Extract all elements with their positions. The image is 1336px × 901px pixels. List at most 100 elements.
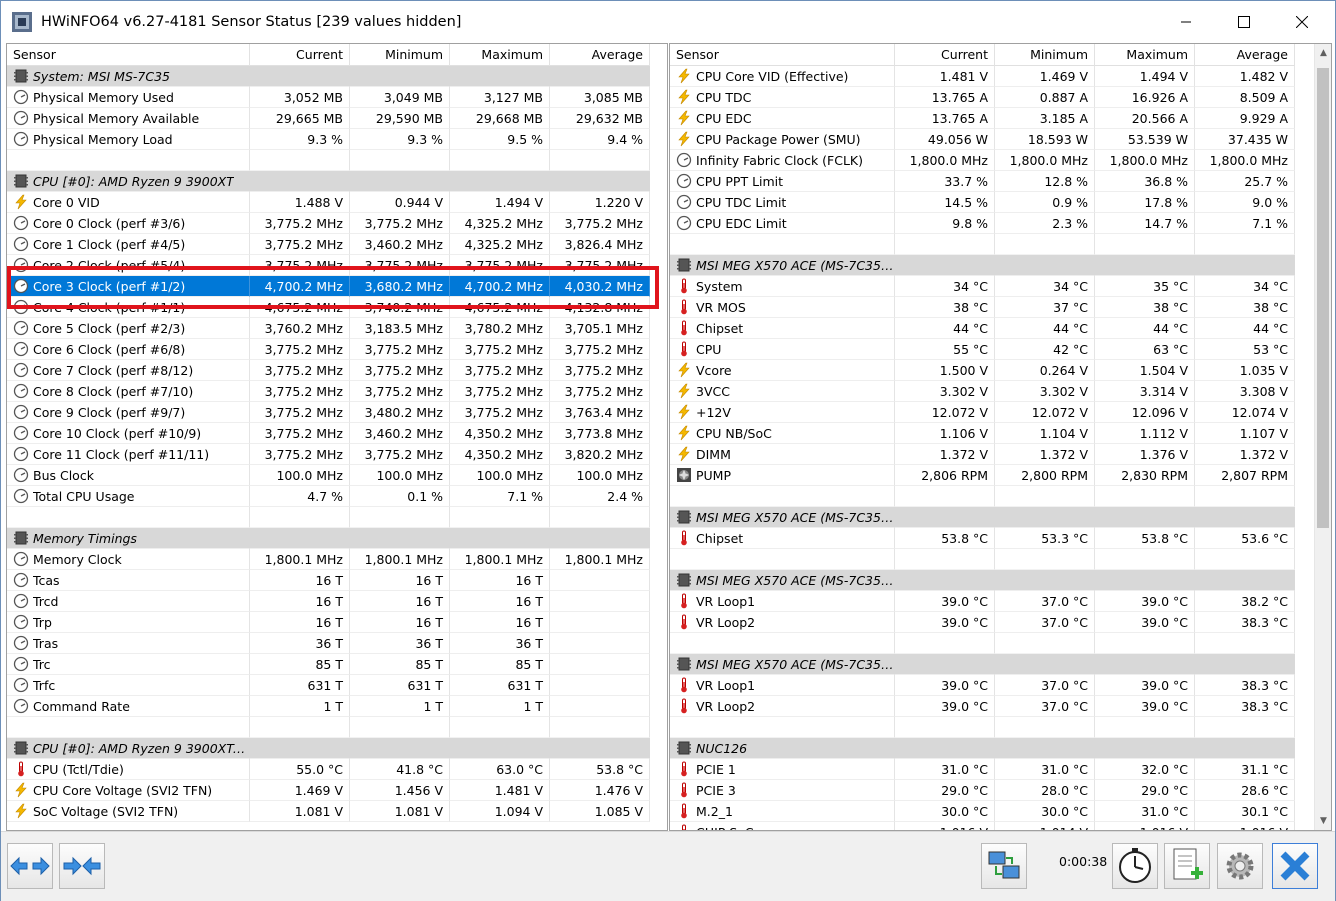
sensor-row[interactable]: Total CPU Usage 4.7 % 0.1 % 7.1 % 2.4 %	[7, 486, 650, 507]
sensor-row[interactable]: CPU NB/SoC 1.106 V 1.104 V 1.112 V 1.107 V	[670, 423, 1295, 444]
sensor-row[interactable]: Chipset 44 °C 44 °C 44 °C 44 °C	[670, 318, 1295, 339]
sensor-row[interactable]: VR Loop2 39.0 °C 37.0 °C 39.0 °C 38.3 °C	[670, 612, 1295, 633]
average-value: 12.074 V	[1195, 402, 1295, 423]
left-sensor-pane[interactable]: Sensor Current Minimum Maximum Average Syste…	[6, 43, 668, 831]
scroll-up-arrow-icon[interactable]: ▲	[1315, 44, 1331, 62]
expand-columns-button[interactable]	[7, 843, 53, 889]
column-header-current[interactable]: Current	[250, 44, 350, 66]
sensor-row[interactable]: PCIE 3 29.0 °C 28.0 °C 29.0 °C 28.6 °C	[670, 780, 1295, 801]
sensor-row[interactable]: Trp 16 T 16 T 16 T	[7, 612, 650, 633]
sensor-row[interactable]: Core 7 Clock (perf #8/12) 3,775.2 MHz 3,77…	[7, 360, 650, 381]
sensor-row[interactable]: Chipset 53.8 °C 53.3 °C 53.8 °C 53.6 °C	[670, 528, 1295, 549]
sensor-row[interactable]: Command Rate 1 T1 T1 T	[7, 696, 650, 717]
current-value: 3,775.2 MHz	[250, 234, 350, 255]
sensor-row[interactable]: Memory Clock 1,800.1 MHz 1,800.1 MHz 1,800.…	[7, 549, 650, 570]
column-header-sensor[interactable]: Sensor	[670, 44, 895, 66]
sensor-row[interactable]: Core 2 Clock (perf #5/4) 3,775.2 MHz 3,775…	[7, 255, 650, 276]
sensor-row[interactable]: Tcas 16 T 16 T 16 T	[7, 570, 650, 591]
sensor-row[interactable]: Core 11 Clock (perf #11/11) 3,775.2 MHz 3,…	[7, 444, 650, 465]
average-value	[550, 633, 650, 654]
sensor-group-header[interactable]: MSI MEG X570 ACE (MS-7C35) (...	[670, 570, 1295, 591]
sensor-group-header[interactable]: NUC126	[670, 738, 1295, 759]
collapse-columns-button[interactable]	[59, 843, 105, 889]
settings-button[interactable]	[1217, 843, 1263, 889]
sensor-row[interactable]: CPU PPT Limit 33.7 % 12.8 % 36.8 % 25.7 %	[670, 171, 1295, 192]
sensor-row[interactable]: Core 10 Clock (perf #10/9) 3,775.2 MHz 3,4…	[7, 423, 650, 444]
sensor-row[interactable]: CPU Core VID (Effective) 1.481 V 1.469 V 1.…	[670, 66, 1295, 87]
sensor-group-header[interactable]: CPU [#0]: AMD Ryzen 9 3900XT	[7, 171, 650, 192]
thermometer-icon	[681, 782, 687, 798]
column-header-minimum[interactable]: Minimum	[350, 44, 450, 66]
sensor-row[interactable]: CHIP SoC1.016 V1.014 V1.016 V1.016 V	[670, 822, 1295, 830]
sensor-row[interactable]: +12V 12.072 V 12.072 V 12.096 V 12.074 V	[670, 402, 1295, 423]
sensor-row[interactable]: Trc 85 T 85 T 85 T	[7, 654, 650, 675]
sensor-row[interactable]: CPU Core Voltage (SVI2 TFN) 1.469 V 1.456 …	[7, 780, 650, 801]
sensor-row[interactable]: Core 0 Clock (perf #3/6) 3,775.2 MHz 3,775…	[7, 213, 650, 234]
sensor-name-cell	[670, 549, 895, 570]
sensor-row[interactable]: CPU Package Power (SMU) 49.056 W 18.593 W5…	[670, 129, 1295, 150]
sensor-row[interactable]: SoC Voltage (SVI2 TFN) 1.081 V 1.081 V 1.09…	[7, 801, 650, 822]
minimize-button[interactable]	[1158, 1, 1214, 43]
current-value: 44 °C	[895, 318, 995, 339]
sensor-row[interactable]: Core 6 Clock (perf #6/8) 3,775.2 MHz 3,775…	[7, 339, 650, 360]
sensor-row[interactable]: M.2_1 30.0 °C 30.0 °C 31.0 °C 30.1 °C	[670, 801, 1295, 822]
network-button[interactable]	[981, 843, 1027, 889]
sensor-row[interactable]: CPU 55 °C 42 °C 63 °C 53 °C	[670, 339, 1295, 360]
reset-timer-button[interactable]	[1112, 843, 1158, 889]
sensor-row[interactable]: VR Loop2 39.0 °C 37.0 °C 39.0 °C 38.3 °C	[670, 696, 1295, 717]
sensor-row[interactable]: 3VCC 3.302 V 3.302 V 3.314 V 3.308 V	[670, 381, 1295, 402]
sensor-row[interactable]: System 34 °C 34 °C 35 °C 34 °C	[670, 276, 1295, 297]
sensor-row[interactable]: CPU EDC Limit 9.8 % 2.3 % 14.7 % 7.1 %	[670, 213, 1295, 234]
sensor-row[interactable]: Core 4 Clock (perf #1/1) 4,675.2 MHz 3,740…	[7, 297, 650, 318]
sensor-row[interactable]: Core 5 Clock (perf #2/3) 3,760.2 MHz 3,183…	[7, 318, 650, 339]
right-vertical-scrollbar[interactable]: ▲ ▼	[1314, 44, 1331, 830]
sensor-group-header[interactable]: MSI MEG X570 ACE (MS-7C35) (...	[670, 507, 1295, 528]
sensor-row[interactable]: Core 0 VID 1.488 V 0.944 V 1.494 V 1.220 V	[7, 192, 650, 213]
sensor-row[interactable]: CPU (Tctl/Tdie) 55.0 °C 41.8 °C 63.0 °C 53.8…	[7, 759, 650, 780]
scrollbar-thumb[interactable]	[1317, 68, 1329, 528]
column-header-average[interactable]: Average	[1195, 44, 1295, 66]
sensor-row[interactable]: CPU EDC 13.765 A 3.185 A 20.566 A 9.929 A	[670, 108, 1295, 129]
sensor-row[interactable]: Tras 36 T 36 T 36 T	[7, 633, 650, 654]
sensor-row[interactable]: Trcd 16 T 16 T 16 T	[7, 591, 650, 612]
sensor-group-header[interactable]: CPU [#0]: AMD Ryzen 9 3900XT: E...	[7, 738, 650, 759]
sensor-row[interactable]: Infinity Fabric Clock (FCLK) 1,800.0 MHz 1…	[670, 150, 1295, 171]
sensor-row[interactable]: Physical Memory Used 3,052 MB 3,049 MB 3,12…	[7, 87, 650, 108]
sensor-row[interactable]: CPU TDC Limit 14.5 % 0.9 % 17.8 % 9.0 %	[670, 192, 1295, 213]
column-header-minimum[interactable]: Minimum	[995, 44, 1095, 66]
selected-sensor-row[interactable]: Core 3 Clock (perf #1/2) 4,700.2 MHz 3,680…	[7, 276, 650, 297]
sensor-row[interactable]: VR Loop1 39.0 °C 37.0 °C 39.0 °C 38.3 °C	[670, 675, 1295, 696]
right-sensor-pane[interactable]: Sensor Current Minimum Maximum Average CPU C…	[669, 43, 1332, 831]
sensor-group-header[interactable]: Memory Timings	[7, 528, 650, 549]
sensor-row[interactable]: PUMP 2,806 RPM 2,800 RPM 2,830 RPM 2,807 RPM	[670, 465, 1295, 486]
sensor-row[interactable]: Physical Memory Load 9.3 % 9.3 % 9.5 % 9.4 %	[7, 129, 650, 150]
sensor-row[interactable]: Bus Clock 100.0 MHz 100.0 MHz 100.0 MHz 100.…	[7, 465, 650, 486]
close-sensors-button[interactable]	[1272, 843, 1318, 889]
sensor-group-header[interactable]: MSI MEG X570 ACE (MS-7C35) (...	[670, 654, 1295, 675]
sensor-row[interactable]: Vcore 1.500 V 0.264 V 1.504 V 1.035 V	[670, 360, 1295, 381]
sensor-row[interactable]: DIMM 1.372 V 1.372 V 1.376 V 1.372 V	[670, 444, 1295, 465]
sensor-group-header[interactable]: MSI MEG X570 ACE (MS-7C35) (...	[670, 255, 1295, 276]
scroll-down-arrow-icon[interactable]: ▼	[1315, 812, 1331, 830]
logging-button[interactable]	[1164, 843, 1210, 889]
sensor-row[interactable]: Core 9 Clock (perf #9/7) 3,775.2 MHz 3,480…	[7, 402, 650, 423]
title-bar[interactable]: HWiNFO64 v6.27-4181 Sensor Status [239 v…	[1, 1, 1335, 43]
sensor-row[interactable]: VR MOS 38 °C 37 °C 38 °C 38 °C	[670, 297, 1295, 318]
sensor-row[interactable]: PCIE 1 31.0 °C 31.0 °C 32.0 °C 31.1 °C	[670, 759, 1295, 780]
sensor-name-cell: Core 6 Clock (perf #6/8)	[7, 339, 250, 360]
sensor-group-header[interactable]: System: MSI MS-7C35	[7, 66, 650, 87]
column-header-current[interactable]: Current	[895, 44, 995, 66]
sensor-row[interactable]: Core 8 Clock (perf #7/10) 3,775.2 MHz 3,77…	[7, 381, 650, 402]
sensor-row[interactable]: Core 1 Clock (perf #4/5) 3,775.2 MHz 3,460…	[7, 234, 650, 255]
close-button[interactable]	[1274, 1, 1330, 43]
sensor-name-cell: Trp	[7, 612, 250, 633]
column-header-maximum[interactable]: Maximum	[1095, 44, 1195, 66]
sensor-row[interactable]: VR Loop1 39.0 °C 37.0 °C 39.0 °C 38.2 °C	[670, 591, 1295, 612]
column-header-maximum[interactable]: Maximum	[450, 44, 550, 66]
column-header-sensor[interactable]: Sensor	[7, 44, 250, 66]
column-header-average[interactable]: Average	[550, 44, 650, 66]
sensor-row[interactable]: Physical Memory Available 29,665 MB 29,590…	[7, 108, 650, 129]
sensor-row[interactable]: CPU TDC 13.765 A 0.887 A 16.926 A 8.509 A	[670, 87, 1295, 108]
sensor-row[interactable]: Trfc 631 T 631 T 631 T	[7, 675, 650, 696]
maximize-button[interactable]	[1216, 1, 1272, 43]
